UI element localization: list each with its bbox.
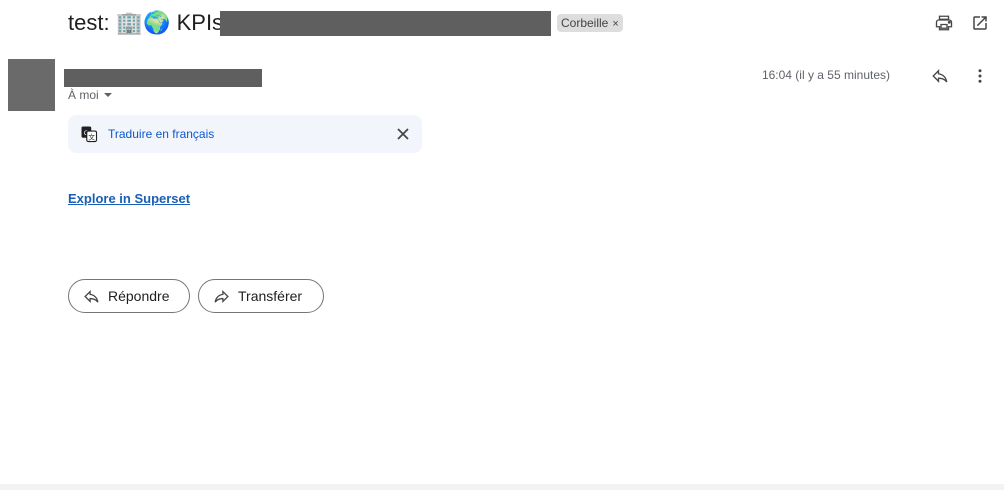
label-remove-icon[interactable]: × (612, 18, 618, 30)
open-in-new-window-button[interactable] (968, 11, 992, 35)
reply-icon-button[interactable] (928, 64, 952, 88)
recipient-details-toggle[interactable]: À moi (68, 88, 113, 102)
label-chip-trash[interactable]: Corbeille × (557, 14, 623, 32)
message-time: 16:04 (il y a 55 minutes) (761, 68, 890, 82)
more-vert-icon (978, 69, 982, 83)
reply-button-label: Répondre (108, 288, 170, 304)
sender-avatar (8, 59, 55, 111)
translate-icon: G文 (81, 126, 98, 143)
close-translate-button[interactable] (391, 122, 415, 146)
translate-link[interactable]: Traduire en français (108, 127, 214, 141)
forward-icon (214, 289, 229, 303)
recipient-label: À moi (68, 88, 99, 102)
redacted-sender (64, 69, 262, 87)
subject-prefix: test: (68, 10, 116, 35)
redacted-subject (220, 11, 551, 36)
reply-button[interactable]: Répondre (68, 279, 190, 313)
more-options-button[interactable] (968, 64, 992, 88)
subject-emoji: 🏢🌍 (115, 10, 171, 35)
subject-line: test: 🏢🌍 KPIs (68, 9, 223, 37)
forward-button-label: Transférer (238, 288, 303, 304)
print-icon (935, 15, 953, 31)
label-chip-text: Corbeille (561, 16, 609, 30)
bottom-divider (0, 484, 1004, 490)
forward-button[interactable]: Transférer (198, 279, 324, 313)
print-button[interactable] (932, 11, 956, 35)
open-in-new-window-icon (973, 16, 987, 30)
svg-text:文: 文 (88, 132, 95, 141)
reply-icon (932, 69, 948, 83)
reply-icon (84, 289, 99, 303)
close-icon (397, 128, 409, 140)
explore-in-superset-link[interactable]: Explore in Superset (68, 191, 190, 206)
translate-bar: G文 Traduire en français (68, 115, 422, 153)
subject-text: KPIs (170, 10, 224, 35)
caret-down-icon (103, 93, 112, 97)
